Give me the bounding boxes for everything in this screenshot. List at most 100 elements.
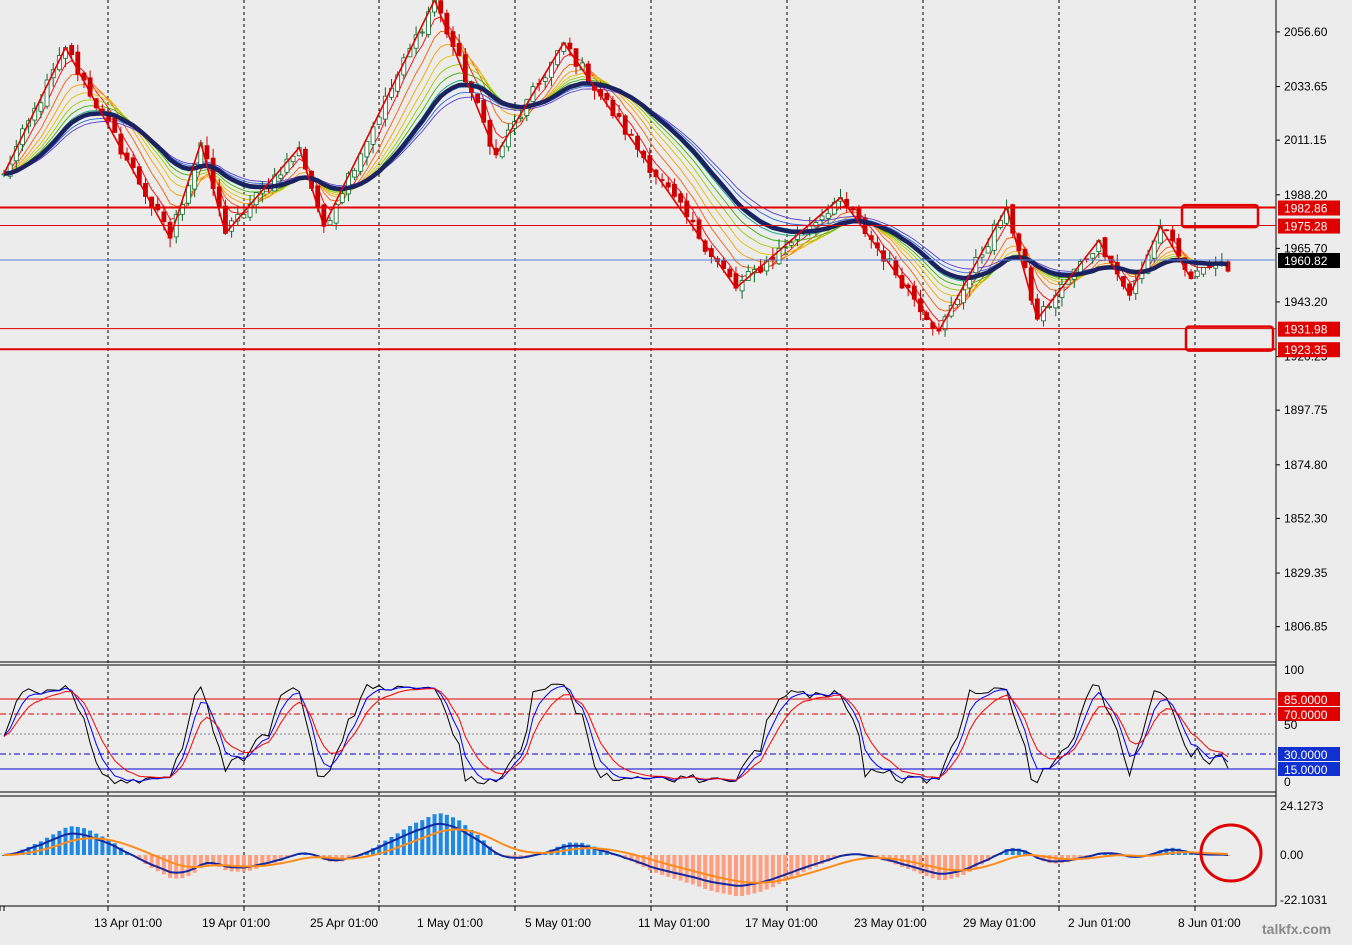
candle-body: [1170, 229, 1176, 242]
macd-histogram-bar: [709, 855, 714, 891]
macd-histogram-bar: [401, 829, 406, 855]
macd-histogram-bar: [715, 855, 720, 893]
macd-histogram-bar: [647, 855, 652, 871]
price-tick-label: 2056.60: [1284, 25, 1328, 39]
macd-histogram-bar: [961, 855, 966, 875]
macd-histogram-bar: [469, 830, 474, 855]
macd-histogram-bar: [746, 855, 751, 895]
macd-histogram-bar: [943, 855, 948, 880]
candle-body: [100, 108, 105, 112]
macd-histogram-bar: [764, 855, 769, 890]
price-tick-label: 1829.35: [1284, 566, 1328, 580]
price-chart[interactable]: 2056.60 2033.65 2011.15 1988.20 1965.70 1943.…: [0, 0, 1352, 940]
candle-body: [819, 215, 825, 221]
time-tick-label: 19 Apr 01:00: [202, 916, 270, 930]
candle-body: [38, 102, 44, 112]
candle-body: [665, 182, 671, 188]
time-tick-label: 8 Jun 01:00: [1178, 916, 1241, 930]
resistance-price-tag: 1982.86: [1278, 200, 1340, 216]
current-price-tag-text: 1960.82: [1284, 254, 1328, 268]
time-tick-label: 23 May 01:00: [854, 916, 927, 930]
candle-body: [813, 222, 819, 228]
price-tick-label: 1852.30: [1284, 511, 1328, 525]
macd-histogram-bar: [697, 855, 702, 887]
stochastic-level-label: 30.0000: [1284, 748, 1328, 762]
macd-histogram-bar: [789, 855, 794, 879]
macd-histogram-bar: [740, 855, 745, 896]
macd-histogram-bar: [88, 830, 93, 855]
candle-body: [339, 193, 345, 203]
macd-histogram-bar: [703, 855, 708, 890]
macd-histogram-bar: [795, 855, 800, 876]
support-price-tag-text: 1931.98: [1284, 323, 1328, 337]
macd-histogram-bar: [666, 855, 671, 877]
candle-body: [475, 93, 481, 103]
candle-body: [241, 214, 247, 219]
candle: [475, 93, 481, 104]
macd-histogram-bar: [407, 826, 412, 855]
macd-histogram-bar: [727, 855, 732, 895]
candle-body: [1164, 229, 1169, 232]
macd-histogram-bar: [438, 813, 443, 855]
macd-histogram-bar: [45, 837, 50, 855]
candle-body: [1194, 270, 1200, 277]
macd-histogram-bar: [389, 836, 394, 855]
candle-body: [327, 220, 333, 226]
macd-histogram-bar: [229, 855, 234, 872]
resistance-price-tag-text: 1982.86: [1284, 202, 1328, 216]
support-price-tag: 1923.35: [1278, 342, 1340, 358]
macd-histogram-bar: [733, 855, 738, 896]
price-tick-label: 1806.85: [1284, 620, 1328, 634]
candle-body: [1176, 238, 1182, 257]
candle-body: [112, 117, 118, 133]
support-price-tag: 1931.98: [1278, 321, 1340, 337]
macd-histogram-bar: [51, 834, 56, 855]
candle-body: [684, 200, 690, 218]
macd-histogram-bar: [75, 826, 80, 855]
time-tick-label: 2 Jun 01:00: [1068, 916, 1131, 930]
candle-body: [278, 174, 284, 179]
macd-tick-label: -22.1031: [1280, 893, 1328, 907]
candle-body: [456, 42, 462, 56]
resistance-price-tag-text: 1975.28: [1284, 220, 1328, 234]
macd-histogram-bar: [783, 855, 788, 882]
time-tick-label: 17 May 01:00: [745, 916, 818, 930]
macd-histogram-bar: [955, 855, 960, 878]
price-tick-label: 2011.15: [1284, 133, 1327, 147]
candle-body: [604, 92, 610, 101]
price-tick-label: 1897.75: [1284, 403, 1328, 417]
time-tick-label: 13 Apr 01:00: [94, 916, 162, 930]
macd-histogram-bar: [241, 855, 246, 872]
macd-histogram-bar: [721, 855, 726, 894]
time-tick-label: 5 May 01:00: [525, 916, 591, 930]
candle-body: [961, 289, 966, 304]
stochastic-tick-label: 50: [1284, 718, 1298, 732]
candle-body: [672, 183, 677, 197]
candle-body: [727, 268, 733, 278]
macd-histogram-bar: [235, 855, 240, 872]
candle-body: [616, 113, 622, 117]
macd-histogram-bar: [223, 855, 228, 871]
macd-histogram-bar: [758, 855, 763, 892]
price-tick-label: 1988.20: [1284, 188, 1328, 202]
macd-histogram-bar: [660, 855, 665, 875]
chart-svg[interactable]: 2056.602033.652011.151988.201965.701943.…: [0, 0, 1352, 940]
macd-histogram-bar: [475, 834, 480, 855]
candle: [991, 219, 997, 255]
watermark-text: talkfx.com: [1262, 921, 1331, 937]
macd-tick-label: 0.00: [1280, 848, 1304, 862]
price-tick-label: 1943.20: [1284, 295, 1328, 309]
candle-body: [856, 208, 862, 219]
candle-body: [358, 153, 364, 172]
macd-histogram-bar: [186, 855, 191, 877]
candle-body: [1200, 267, 1206, 275]
candle-body: [985, 246, 991, 254]
candle: [1164, 229, 1169, 232]
candle-body: [788, 242, 794, 246]
time-tick-label: 1 May 01:00: [417, 916, 483, 930]
macd-histogram-bar: [653, 855, 658, 873]
candle-body: [161, 211, 167, 223]
price-tick-label: 2033.65: [1284, 80, 1328, 94]
candle-body: [825, 213, 831, 219]
macd-histogram-bar: [451, 817, 456, 855]
